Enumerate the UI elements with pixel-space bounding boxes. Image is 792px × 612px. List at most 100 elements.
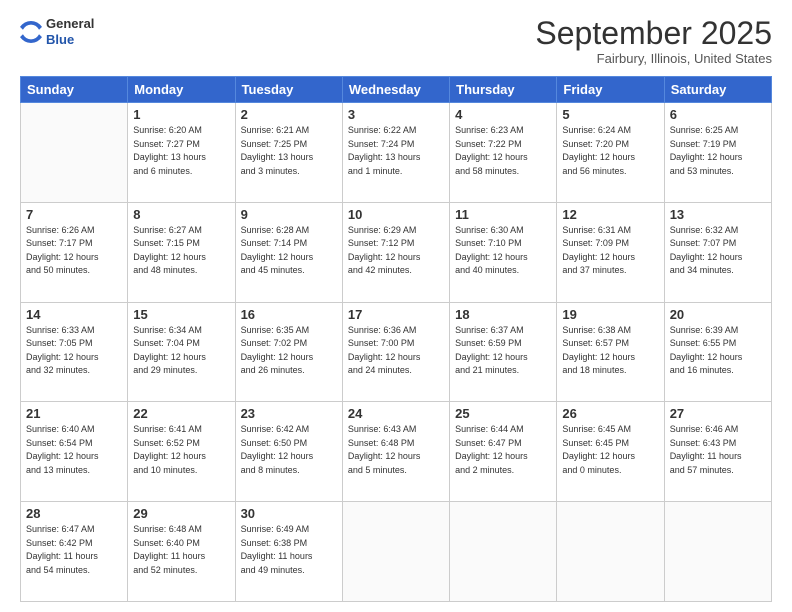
logo-general-text: General xyxy=(46,16,94,32)
calendar-body: 1 Sunrise: 6:20 AM Sunset: 7:27 PM Daylig… xyxy=(21,103,772,602)
weekday-header: Saturday xyxy=(664,77,771,103)
calendar-cell: 27 Sunrise: 6:46 AM Sunset: 6:43 PM Dayli… xyxy=(664,402,771,502)
day-number: 8 xyxy=(133,207,229,222)
day-number: 27 xyxy=(670,406,766,421)
calendar-cell: 16 Sunrise: 6:35 AM Sunset: 7:02 PM Dayli… xyxy=(235,302,342,402)
calendar-cell: 25Sunrise: 6:44 AM Sunset: 6:47 PM Dayli… xyxy=(450,402,557,502)
day-number: 17 xyxy=(348,307,444,322)
calendar-cell: 11Sunrise: 6:30 AM Sunset: 7:10 PM Dayli… xyxy=(450,202,557,302)
weekday-header: Tuesday xyxy=(235,77,342,103)
day-info: Sunrise: 6:29 AM Sunset: 7:12 PM Dayligh… xyxy=(348,224,444,278)
day-info: Sunrise: 6:26 AM Sunset: 7:17 PM Dayligh… xyxy=(26,224,122,278)
day-number: 30 xyxy=(241,506,337,521)
calendar-cell: 20 Sunrise: 6:39 AM Sunset: 6:55 PM Dayli… xyxy=(664,302,771,402)
day-info: Sunrise: 6:35 AM Sunset: 7:02 PM Dayligh… xyxy=(241,324,337,378)
calendar-cell: 5 Sunrise: 6:24 AM Sunset: 7:20 PM Daylig… xyxy=(557,103,664,203)
calendar-table: SundayMondayTuesdayWednesdayThursdayFrid… xyxy=(20,76,772,602)
calendar-cell: 23Sunrise: 6:42 AM Sunset: 6:50 PM Dayli… xyxy=(235,402,342,502)
logo-icon xyxy=(20,21,42,43)
day-info: Sunrise: 6:32 AM Sunset: 7:07 PM Dayligh… xyxy=(670,224,766,278)
weekday-header: Monday xyxy=(128,77,235,103)
day-number: 23 xyxy=(241,406,337,421)
calendar-cell: 1 Sunrise: 6:20 AM Sunset: 7:27 PM Daylig… xyxy=(128,103,235,203)
day-number: 10 xyxy=(348,207,444,222)
day-info: Sunrise: 6:43 AM Sunset: 6:48 PM Dayligh… xyxy=(348,423,444,477)
day-info: Sunrise: 6:38 AM Sunset: 6:57 PM Dayligh… xyxy=(562,324,658,378)
calendar-cell: 19 Sunrise: 6:38 AM Sunset: 6:57 PM Dayli… xyxy=(557,302,664,402)
day-info: Sunrise: 6:47 AM Sunset: 6:42 PM Dayligh… xyxy=(26,523,122,577)
day-number: 28 xyxy=(26,506,122,521)
calendar-cell: 24 Sunrise: 6:43 AM Sunset: 6:48 PM Dayli… xyxy=(342,402,449,502)
day-number: 21 xyxy=(26,406,122,421)
day-info: Sunrise: 6:24 AM Sunset: 7:20 PM Dayligh… xyxy=(562,124,658,178)
title-block: September 2025 Fairbury, Illinois, Unite… xyxy=(535,16,772,66)
day-number: 14 xyxy=(26,307,122,322)
day-info: Sunrise: 6:49 AM Sunset: 6:38 PM Dayligh… xyxy=(241,523,337,577)
day-number: 16 xyxy=(241,307,337,322)
calendar-week-row: 14Sunrise: 6:33 AM Sunset: 7:05 PM Dayli… xyxy=(21,302,772,402)
calendar-cell: 18 Sunrise: 6:37 AM Sunset: 6:59 PM Dayli… xyxy=(450,302,557,402)
day-number: 18 xyxy=(455,307,551,322)
day-number: 5 xyxy=(562,107,658,122)
day-info: Sunrise: 6:31 AM Sunset: 7:09 PM Dayligh… xyxy=(562,224,658,278)
calendar-cell: 26Sunrise: 6:45 AM Sunset: 6:45 PM Dayli… xyxy=(557,402,664,502)
day-number: 15 xyxy=(133,307,229,322)
day-number: 29 xyxy=(133,506,229,521)
logo-blue-text: Blue xyxy=(46,32,94,48)
logo: General Blue xyxy=(20,16,94,47)
day-number: 3 xyxy=(348,107,444,122)
header: General Blue September 2025 Fairbury, Il… xyxy=(20,16,772,66)
calendar-week-row: 28 Sunrise: 6:47 AM Sunset: 6:42 PM Dayli… xyxy=(21,502,772,602)
day-info: Sunrise: 6:37 AM Sunset: 6:59 PM Dayligh… xyxy=(455,324,551,378)
calendar-week-row: 21 Sunrise: 6:40 AM Sunset: 6:54 PM Dayli… xyxy=(21,402,772,502)
calendar-cell: 13 Sunrise: 6:32 AM Sunset: 7:07 PM Dayli… xyxy=(664,202,771,302)
calendar-cell xyxy=(21,103,128,203)
calendar-cell xyxy=(342,502,449,602)
month-title: September 2025 xyxy=(535,16,772,51)
day-number: 20 xyxy=(670,307,766,322)
day-number: 19 xyxy=(562,307,658,322)
day-number: 25 xyxy=(455,406,551,421)
day-info: Sunrise: 6:20 AM Sunset: 7:27 PM Dayligh… xyxy=(133,124,229,178)
day-number: 12 xyxy=(562,207,658,222)
calendar-cell xyxy=(664,502,771,602)
calendar-cell: 4 Sunrise: 6:23 AM Sunset: 7:22 PM Daylig… xyxy=(450,103,557,203)
calendar-cell: 9 Sunrise: 6:28 AM Sunset: 7:14 PM Daylig… xyxy=(235,202,342,302)
calendar-cell: 12 Sunrise: 6:31 AM Sunset: 7:09 PM Dayli… xyxy=(557,202,664,302)
calendar-cell: 30 Sunrise: 6:49 AM Sunset: 6:38 PM Dayli… xyxy=(235,502,342,602)
weekday-header: Sunday xyxy=(21,77,128,103)
calendar-cell: 21 Sunrise: 6:40 AM Sunset: 6:54 PM Dayli… xyxy=(21,402,128,502)
day-number: 6 xyxy=(670,107,766,122)
calendar-cell xyxy=(557,502,664,602)
calendar-cell: 8Sunrise: 6:27 AM Sunset: 7:15 PM Daylig… xyxy=(128,202,235,302)
day-info: Sunrise: 6:21 AM Sunset: 7:25 PM Dayligh… xyxy=(241,124,337,178)
weekday-header: Thursday xyxy=(450,77,557,103)
calendar-cell: 22Sunrise: 6:41 AM Sunset: 6:52 PM Dayli… xyxy=(128,402,235,502)
day-number: 24 xyxy=(348,406,444,421)
calendar-week-row: 7 Sunrise: 6:26 AM Sunset: 7:17 PM Daylig… xyxy=(21,202,772,302)
day-number: 1 xyxy=(133,107,229,122)
day-info: Sunrise: 6:25 AM Sunset: 7:19 PM Dayligh… xyxy=(670,124,766,178)
day-info: Sunrise: 6:39 AM Sunset: 6:55 PM Dayligh… xyxy=(670,324,766,378)
calendar-cell: 17Sunrise: 6:36 AM Sunset: 7:00 PM Dayli… xyxy=(342,302,449,402)
day-number: 11 xyxy=(455,207,551,222)
day-info: Sunrise: 6:48 AM Sunset: 6:40 PM Dayligh… xyxy=(133,523,229,577)
calendar-cell: 3 Sunrise: 6:22 AM Sunset: 7:24 PM Daylig… xyxy=(342,103,449,203)
calendar-cell: 2Sunrise: 6:21 AM Sunset: 7:25 PM Daylig… xyxy=(235,103,342,203)
day-info: Sunrise: 6:46 AM Sunset: 6:43 PM Dayligh… xyxy=(670,423,766,477)
day-info: Sunrise: 6:41 AM Sunset: 6:52 PM Dayligh… xyxy=(133,423,229,477)
day-info: Sunrise: 6:28 AM Sunset: 7:14 PM Dayligh… xyxy=(241,224,337,278)
calendar-cell: 28 Sunrise: 6:47 AM Sunset: 6:42 PM Dayli… xyxy=(21,502,128,602)
day-info: Sunrise: 6:23 AM Sunset: 7:22 PM Dayligh… xyxy=(455,124,551,178)
day-number: 4 xyxy=(455,107,551,122)
day-info: Sunrise: 6:22 AM Sunset: 7:24 PM Dayligh… xyxy=(348,124,444,178)
day-number: 13 xyxy=(670,207,766,222)
day-info: Sunrise: 6:40 AM Sunset: 6:54 PM Dayligh… xyxy=(26,423,122,477)
page: General Blue September 2025 Fairbury, Il… xyxy=(0,0,792,612)
day-info: Sunrise: 6:45 AM Sunset: 6:45 PM Dayligh… xyxy=(562,423,658,477)
day-number: 7 xyxy=(26,207,122,222)
day-number: 9 xyxy=(241,207,337,222)
calendar-cell: 10 Sunrise: 6:29 AM Sunset: 7:12 PM Dayli… xyxy=(342,202,449,302)
weekday-header: Wednesday xyxy=(342,77,449,103)
day-info: Sunrise: 6:34 AM Sunset: 7:04 PM Dayligh… xyxy=(133,324,229,378)
